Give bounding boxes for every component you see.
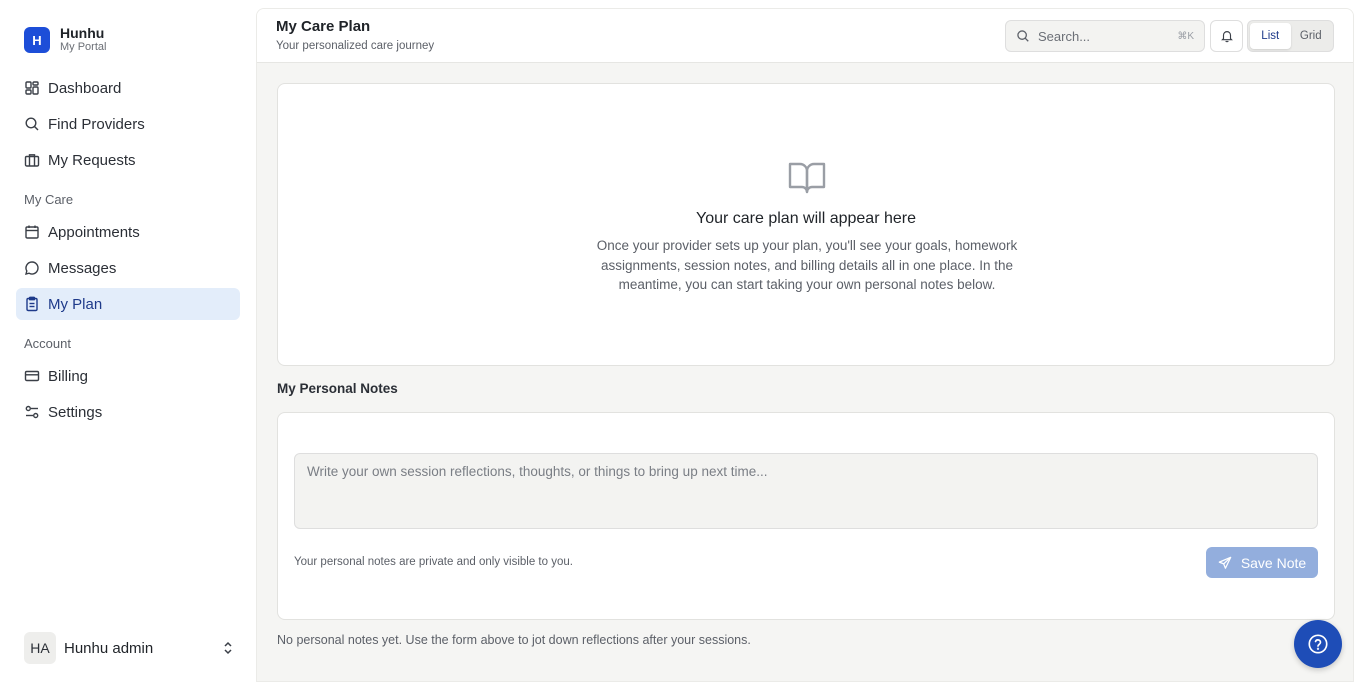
no-notes-message: No personal notes yet. Use the form abov… — [277, 633, 751, 647]
sidebar-item-label: Settings — [48, 403, 103, 421]
sidebar: H Hunhu My Portal Dashboard Find Provide… — [0, 0, 256, 688]
brand-name: Hunhu — [60, 25, 105, 41]
care-plan-empty-state: Your care plan will appear here Once you… — [277, 83, 1335, 366]
sidebar-item-label: Messages — [48, 259, 117, 277]
main-panel: My Care Plan Your personalized care jour… — [256, 8, 1354, 682]
credit-card-icon — [24, 370, 40, 382]
sidebar-item-appointments[interactable]: Appointments — [16, 216, 240, 248]
help-icon — [1308, 634, 1328, 654]
chevrons-up-down-icon[interactable] — [220, 640, 236, 656]
search-icon — [1017, 30, 1029, 42]
message-icon — [25, 261, 39, 275]
user-name: Hunhu admin — [64, 639, 154, 657]
sliders-icon — [25, 405, 39, 419]
search-box[interactable]: ⌘K — [1005, 20, 1205, 52]
search-icon — [25, 117, 39, 131]
view-toggle: List Grid — [1247, 20, 1334, 52]
sidebar-item-label: Find Providers — [48, 115, 145, 133]
avatar: HA — [24, 632, 56, 664]
dashboard-icon — [25, 81, 39, 95]
page-subtitle: Your personalized care journey — [276, 40, 435, 52]
empty-state-title: Your care plan will appear here — [696, 210, 916, 227]
save-note-button[interactable]: Save Note — [1206, 547, 1318, 578]
clipboard-icon — [26, 296, 38, 312]
sidebar-item-label: Dashboard — [48, 79, 122, 97]
search-shortcut: ⌘K — [1177, 30, 1194, 42]
save-note-label: Save Note — [1240, 554, 1307, 571]
privacy-note: Your personal notes are private and only… — [294, 556, 573, 568]
brand-logo: H — [24, 27, 50, 53]
sidebar-item-label: My Requests — [48, 151, 136, 169]
help-button[interactable] — [1294, 620, 1342, 668]
sidebar-item-my-plan[interactable]: My Plan — [16, 288, 240, 320]
notifications-button[interactable] — [1210, 20, 1243, 52]
sidebar-item-label: My Plan — [48, 295, 103, 313]
search-input[interactable] — [1038, 28, 1168, 44]
brand-subtitle: My Portal — [60, 41, 107, 53]
empty-state-body: Once your provider sets up your plan, yo… — [596, 238, 1018, 292]
sidebar-item-find-providers[interactable]: Find Providers — [16, 108, 240, 140]
user-menu[interactable]: HA Hunhu admin — [24, 632, 236, 664]
personal-notes-heading: My Personal Notes — [277, 381, 398, 396]
brand[interactable]: H Hunhu My Portal — [24, 26, 106, 54]
sidebar-item-label: Appointments — [48, 223, 140, 241]
page-title: My Care Plan — [276, 18, 371, 35]
sidebar-item-label: Billing — [48, 367, 89, 385]
section-label-my-care: My Care — [24, 192, 74, 207]
book-open-icon — [788, 162, 826, 194]
view-grid-button[interactable]: Grid — [1291, 23, 1332, 49]
sidebar-item-messages[interactable]: Messages — [16, 252, 240, 284]
note-textarea[interactable] — [294, 453, 1318, 529]
send-icon — [1218, 556, 1232, 569]
bell-icon — [1220, 31, 1233, 43]
sidebar-item-billing[interactable]: Billing — [16, 360, 240, 392]
top-bar: My Care Plan Your personalized care jour… — [257, 9, 1353, 63]
sidebar-item-settings[interactable]: Settings — [16, 396, 240, 428]
calendar-icon — [25, 225, 39, 239]
personal-notes-card: Your personal notes are private and only… — [277, 412, 1335, 620]
view-list-button[interactable]: List — [1250, 23, 1291, 49]
briefcase-icon — [24, 154, 40, 167]
sidebar-item-dashboard[interactable]: Dashboard — [16, 72, 240, 104]
section-label-account: Account — [24, 336, 71, 351]
sidebar-item-my-requests[interactable]: My Requests — [16, 144, 240, 176]
